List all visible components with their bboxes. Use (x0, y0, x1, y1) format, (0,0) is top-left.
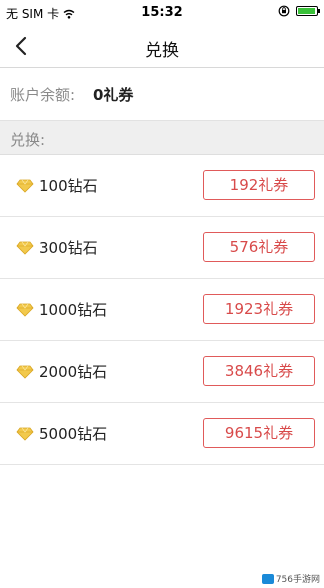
item-name: 1000钻石 (39, 301, 108, 319)
list-item: 1000钻石 1923礼券 (0, 279, 324, 341)
diamond-icon (16, 241, 34, 255)
item-name: 300钻石 (39, 239, 98, 257)
section-label: 兑换: (10, 131, 46, 149)
exchange-button[interactable]: 1923礼券 (203, 294, 315, 324)
watermark-text: 756手游网 (275, 575, 320, 585)
diamond-icon (16, 427, 34, 441)
status-right (278, 5, 320, 17)
diamond-icon (16, 365, 34, 379)
diamond-icon (16, 303, 34, 317)
exchange-button[interactable]: 576礼券 (203, 232, 315, 262)
item-name: 5000钻石 (39, 425, 108, 443)
balance-value: 0礼券 (93, 86, 134, 104)
battery-icon (296, 6, 320, 16)
status-bar: 无 SIM 卡 15:32 (0, 0, 324, 26)
watermark: 756手游网 (261, 572, 320, 585)
diamond-icon (16, 179, 34, 193)
exchange-button[interactable]: 192礼券 (203, 170, 315, 200)
watermark-logo-icon (261, 573, 274, 584)
rotation-lock-icon (278, 5, 290, 17)
list-item: 5000钻石 9615礼券 (0, 403, 324, 465)
item-name: 2000钻石 (39, 363, 108, 381)
nav-bar: 兑换 (0, 26, 324, 68)
exchange-button[interactable]: 9615礼券 (203, 418, 315, 448)
list-item: 2000钻石 3846礼券 (0, 341, 324, 403)
section-header: 兑换: (0, 121, 324, 155)
status-time: 15:32 (141, 5, 183, 20)
balance-label: 账户余额: (10, 86, 76, 104)
list-item: 100钻石 192礼券 (0, 155, 324, 217)
exchange-button[interactable]: 3846礼券 (203, 356, 315, 386)
list-item: 300钻石 576礼券 (0, 217, 324, 279)
balance-row: 账户余额: 0礼券 (0, 68, 324, 121)
item-name: 100钻石 (39, 177, 98, 195)
page-title: 兑换 (145, 41, 179, 61)
exchange-list: 100钻石 192礼券 300钻石 576礼券 1000钻石 1923礼券 20… (0, 155, 324, 465)
